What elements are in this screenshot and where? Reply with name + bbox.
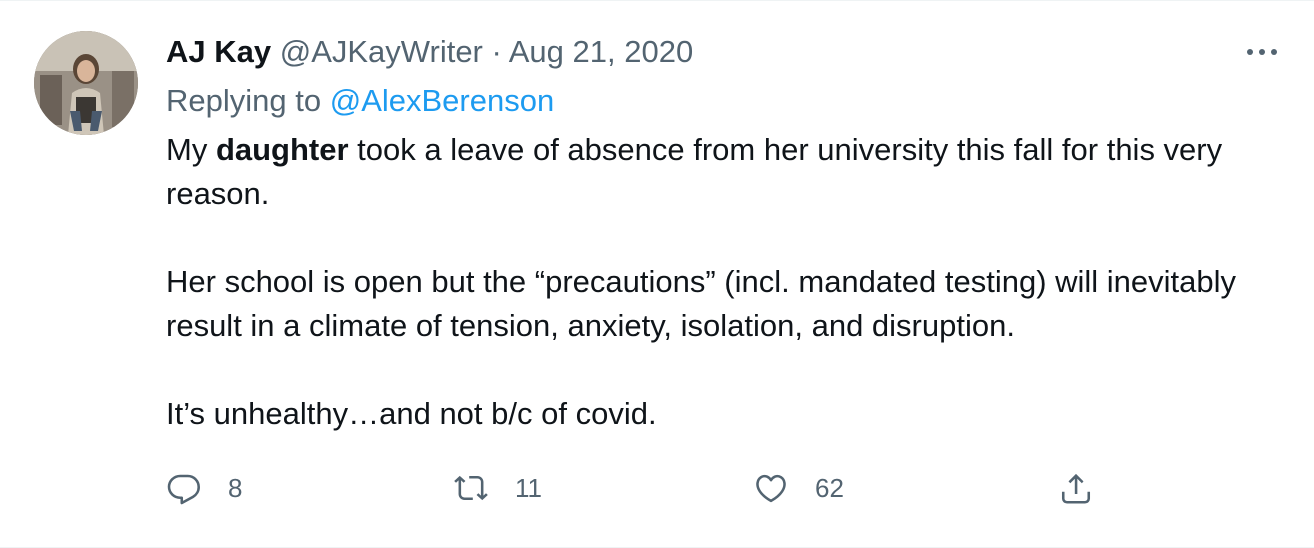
avatar[interactable] bbox=[34, 31, 138, 135]
share-upload-icon bbox=[1061, 473, 1091, 504]
more-options-button[interactable] bbox=[1242, 37, 1282, 67]
tweet-card[interactable]: AJ Kay @AJKayWriter · Aug 21, 2020 Reply… bbox=[0, 0, 1314, 548]
author-name[interactable]: AJ Kay bbox=[166, 34, 271, 69]
share-button[interactable] bbox=[1058, 466, 1094, 510]
like-button[interactable]: 62 bbox=[753, 466, 844, 510]
tweet-paragraph-1: My daughter took a leave of absence from… bbox=[166, 128, 1266, 216]
replying-to-mention[interactable]: @AlexBerenson bbox=[330, 83, 554, 118]
retweet-count: 11 bbox=[515, 472, 542, 503]
replying-to-label: Replying to bbox=[166, 83, 322, 118]
tweet-paragraph-3: It’s unhealthy…and not b/c of covid. bbox=[166, 396, 657, 431]
paragraph-1-start: My bbox=[166, 132, 216, 167]
reply-count: 8 bbox=[228, 472, 243, 503]
reply-bubble-icon bbox=[167, 474, 200, 505]
heart-icon bbox=[756, 474, 786, 503]
tweet-header: AJ Kay @AJKayWriter · Aug 21, 2020 bbox=[166, 31, 693, 73]
tweet-body: My daughter took a leave of absence from… bbox=[166, 128, 1266, 436]
author-handle[interactable]: @AJKayWriter bbox=[280, 34, 483, 69]
reply-button[interactable]: 8 bbox=[166, 466, 242, 510]
replying-to-line: Replying to @AlexBerenson bbox=[166, 80, 554, 122]
like-count: 62 bbox=[815, 472, 844, 503]
more-horizontal-icon bbox=[1247, 49, 1277, 55]
retweet-button[interactable]: 11 bbox=[453, 466, 542, 510]
retweet-icon bbox=[454, 475, 488, 501]
header-separator: · bbox=[491, 34, 502, 69]
tweet-actions: 8 11 62 bbox=[166, 466, 1106, 510]
paragraph-1-bold-word: daughter bbox=[215, 132, 349, 167]
avatar-photo bbox=[34, 31, 138, 135]
tweet-paragraph-2: Her school is open but the “precautions”… bbox=[166, 264, 1237, 343]
tweet-date[interactable]: Aug 21, 2020 bbox=[509, 34, 693, 69]
